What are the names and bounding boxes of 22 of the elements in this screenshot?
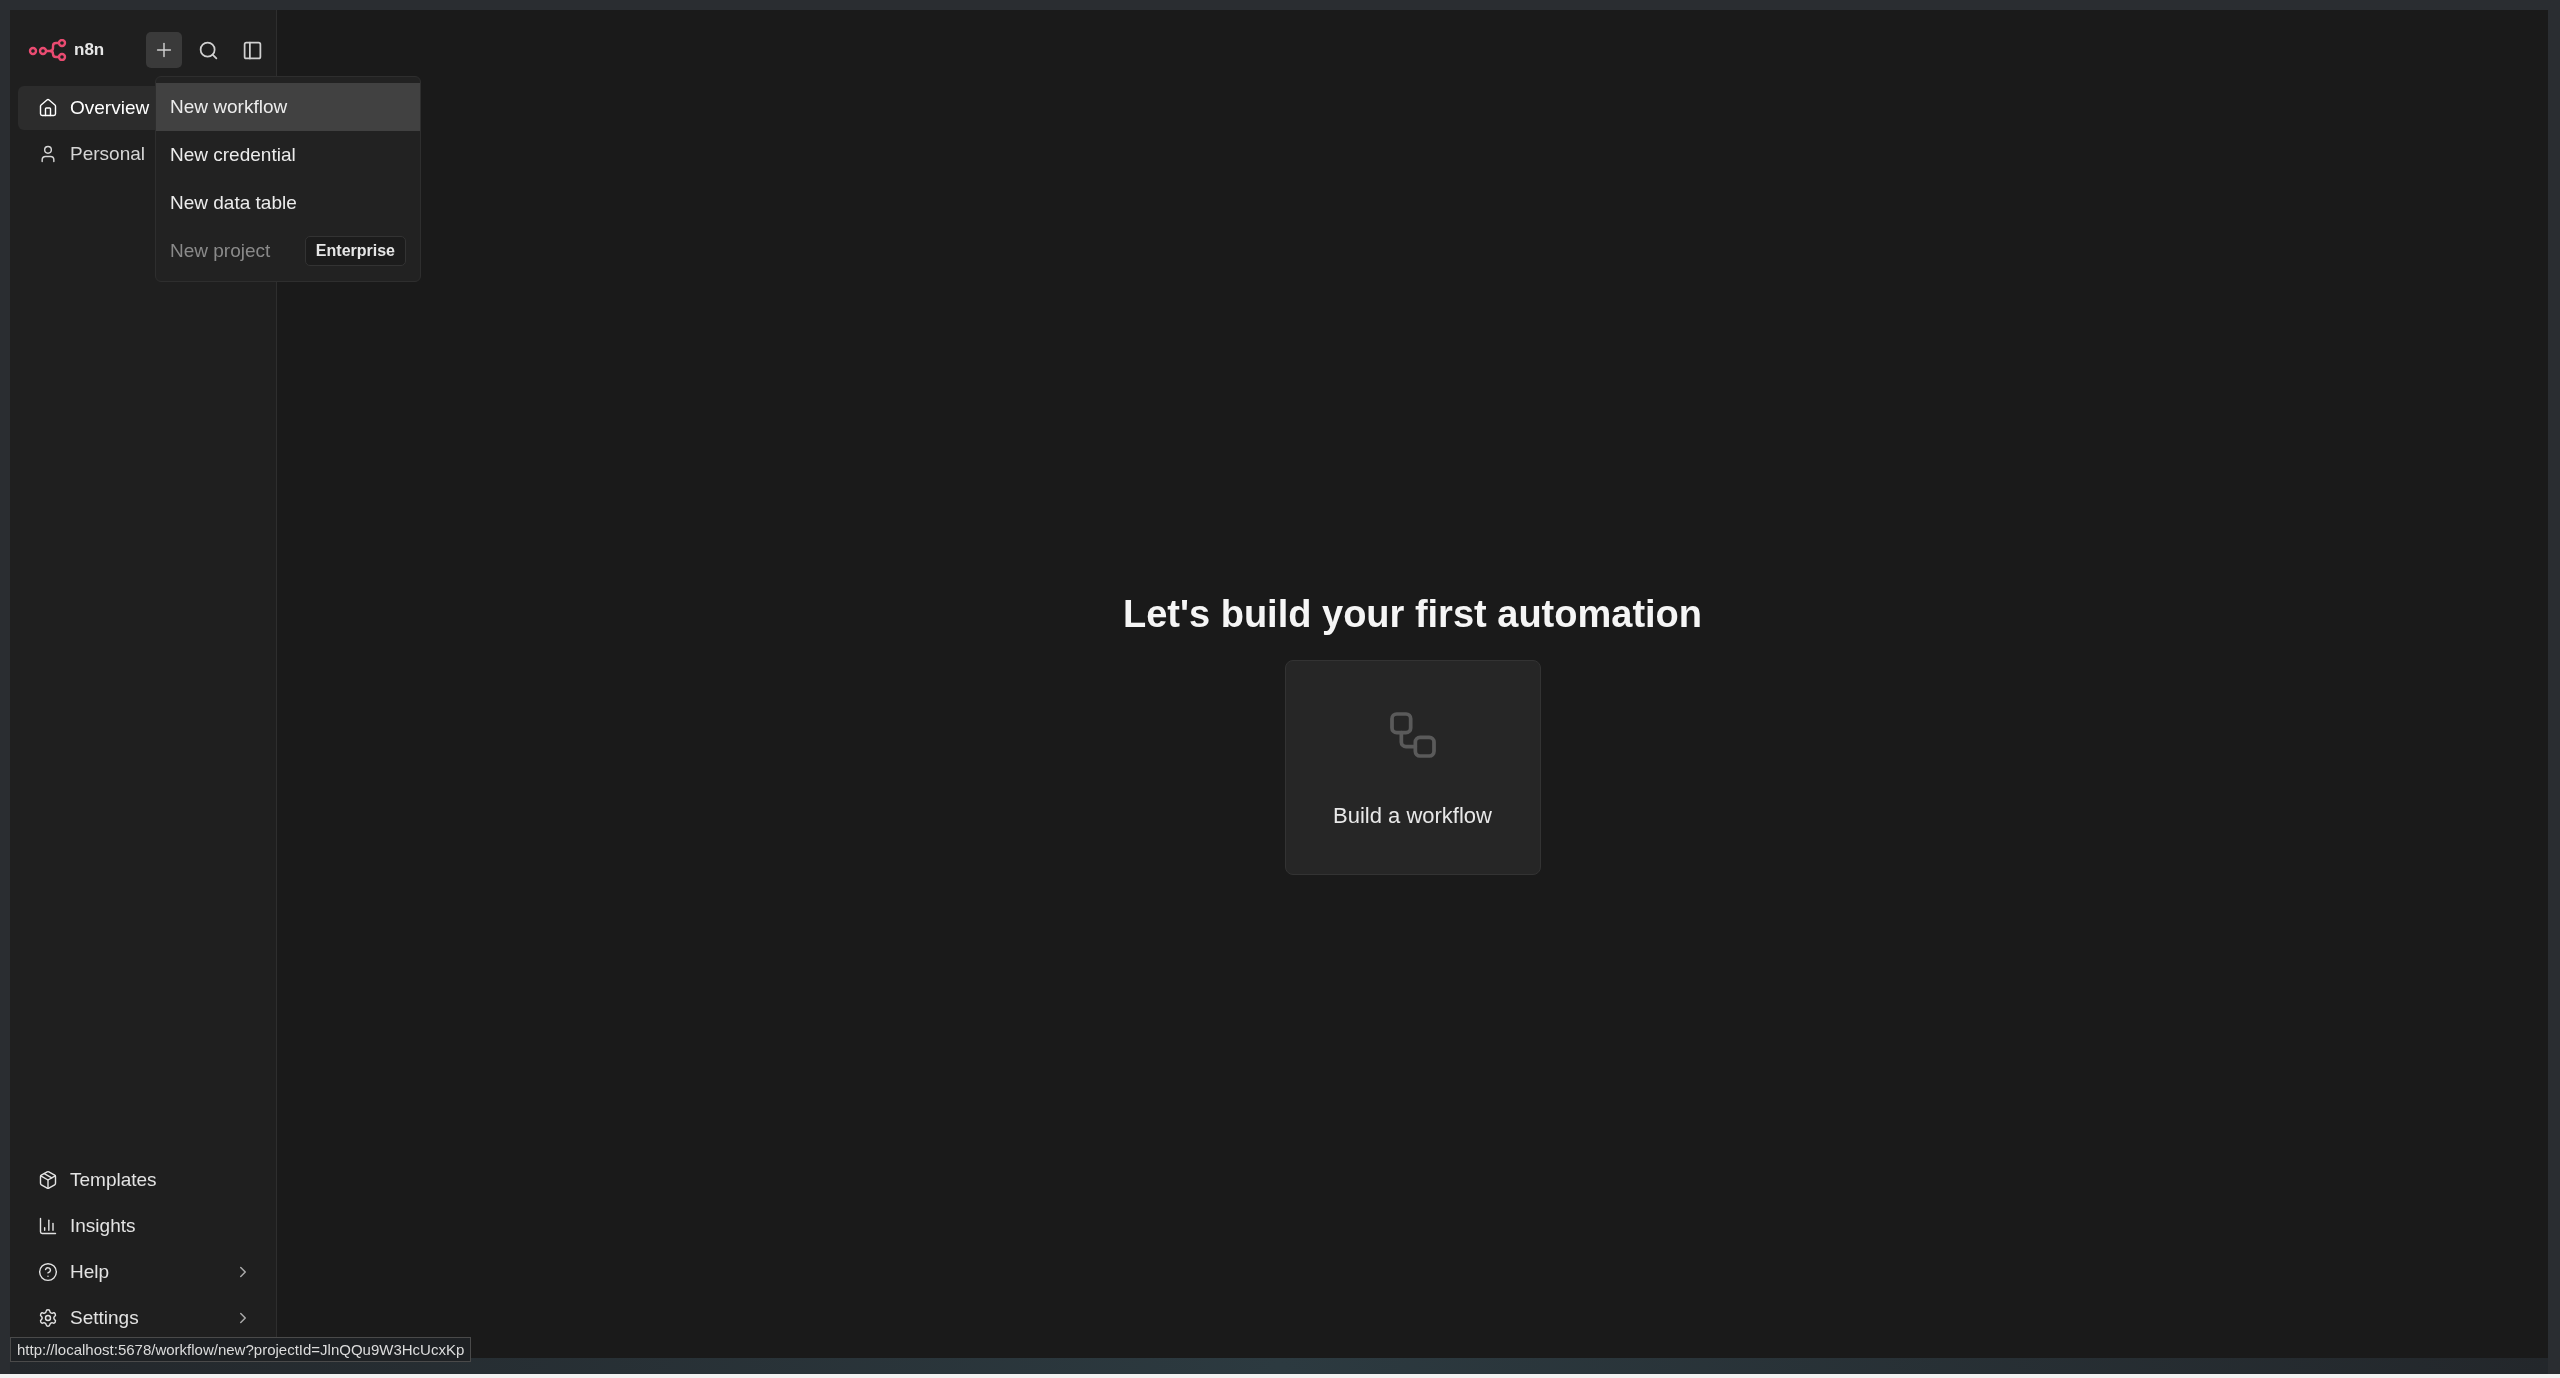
bar-chart-icon <box>38 1215 58 1236</box>
build-workflow-card[interactable]: Build a workflow <box>1284 660 1541 875</box>
box-icon <box>38 1169 58 1190</box>
page-heading: Let's build your first automation <box>1122 593 1703 636</box>
menu-item[interactable]: New credential <box>156 131 420 179</box>
user-icon <box>38 144 58 164</box>
sidebar-item[interactable]: Settings <box>18 1295 268 1340</box>
enterprise-badge: Enterprise <box>304 236 406 266</box>
panel-icon <box>241 39 263 61</box>
house-icon <box>38 98 58 118</box>
menu-item[interactable]: New data table <box>156 179 420 227</box>
sidebar-item[interactable]: Templates <box>18 1157 268 1202</box>
search-icon <box>197 39 219 61</box>
sidebar-item[interactable]: Help <box>18 1249 268 1294</box>
logo-text: n8n <box>74 40 105 60</box>
sidebar-item[interactable]: Insights <box>18 1203 268 1248</box>
add-button[interactable] <box>146 32 182 68</box>
status-url-tooltip: http://localhost:5678/workflow/new?projectId=JlnQQu9W3HcUcxKp <box>10 1337 472 1362</box>
settings-icon <box>38 1307 58 1328</box>
menu-item[interactable]: New workflow <box>156 83 420 131</box>
help-icon <box>38 1261 58 1282</box>
logo-icon <box>28 39 68 61</box>
